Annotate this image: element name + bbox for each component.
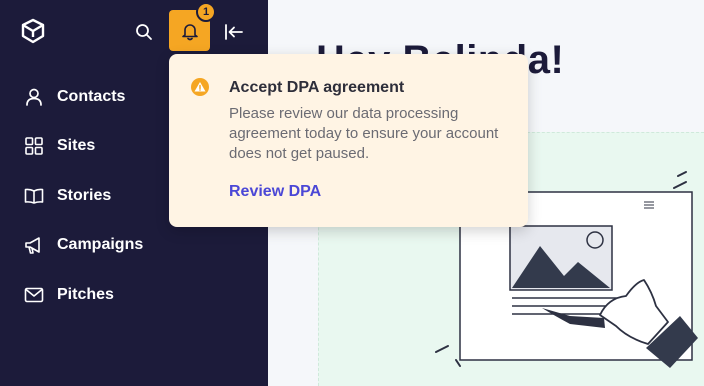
collapse-left-icon bbox=[225, 24, 243, 40]
search-icon bbox=[136, 24, 152, 40]
sidebar-item-label: Campaigns bbox=[57, 236, 144, 254]
popover-message: Please review our data processing agreem… bbox=[229, 105, 499, 162]
popover-title: Accept DPA agreement bbox=[229, 79, 405, 96]
review-dpa-link[interactable]: Review DPA bbox=[229, 183, 321, 201]
collapse-sidebar-button[interactable] bbox=[220, 18, 248, 46]
bell-icon bbox=[181, 23, 198, 40]
app-logo[interactable] bbox=[20, 18, 46, 44]
book-icon bbox=[24, 186, 44, 206]
sidebar-item-campaigns[interactable]: Campaigns bbox=[0, 221, 268, 271]
user-icon bbox=[24, 87, 44, 107]
dpa-notification-popover: Accept DPA agreement Please review our d… bbox=[169, 54, 528, 227]
sidebar-item-label: Contacts bbox=[57, 87, 126, 105]
mail-icon bbox=[24, 285, 44, 305]
warning-icon bbox=[191, 78, 209, 96]
grid-icon bbox=[24, 136, 44, 156]
megaphone-icon bbox=[24, 235, 44, 255]
sidebar-item-label: Stories bbox=[57, 186, 112, 204]
sidebar-item-label: Pitches bbox=[57, 285, 114, 303]
notification-count-badge: 1 bbox=[196, 2, 216, 22]
search-button[interactable] bbox=[130, 18, 158, 46]
sidebar-item-label: Sites bbox=[57, 137, 96, 155]
sidebar-item-pitches[interactable]: Pitches bbox=[0, 270, 268, 320]
